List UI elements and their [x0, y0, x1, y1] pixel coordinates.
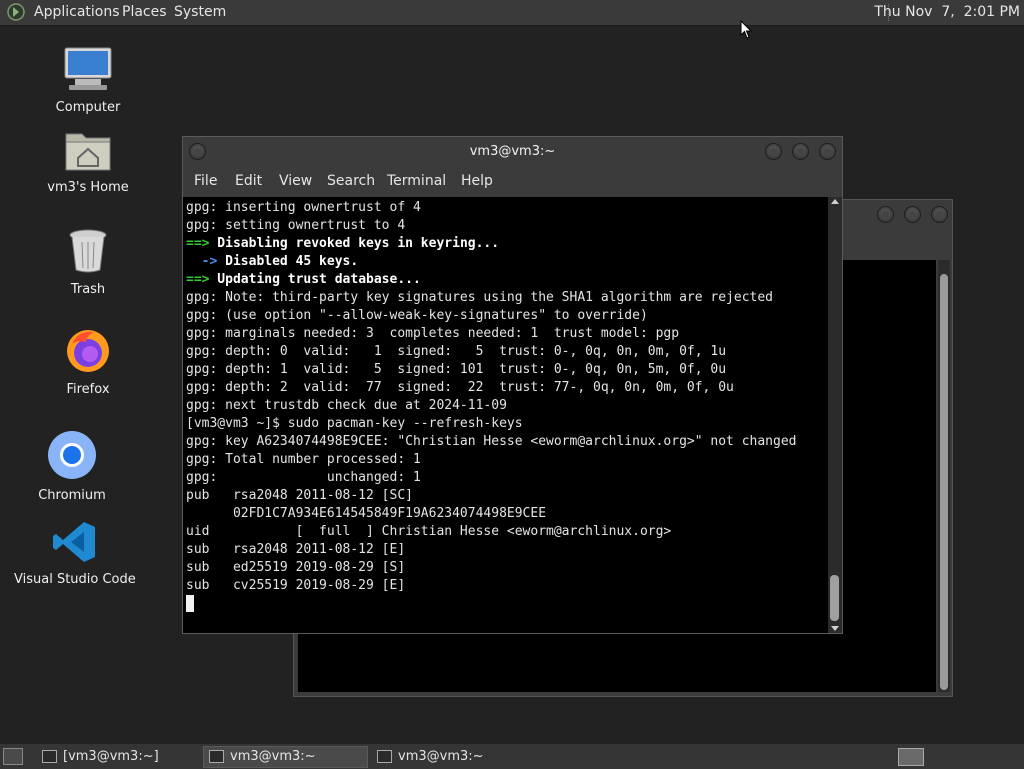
terminal-icon [42, 750, 57, 763]
mouse-pointer-icon [740, 20, 753, 39]
terminal-line: gpg: (use option "--allow-weak-key-signa… [186, 308, 648, 323]
terminal-line: gpg: depth: 0 valid: 1 signed: 5 trust: … [186, 344, 727, 359]
home-folder-icon [65, 133, 111, 171]
terminal-line: gpg: Total number processed: 1 [186, 452, 421, 467]
desktop-icon-trash[interactable]: Trash [48, 228, 128, 297]
menu-view[interactable]: View [279, 173, 312, 189]
taskbar-item-label: vm3@vm3:~ [398, 749, 484, 764]
terminal-line: gpg: key A6234074498E9CEE: "Christian He… [186, 434, 797, 449]
menu-applications[interactable]: Applications [34, 4, 120, 20]
taskbar-item-label: [vm3@vm3:~] [63, 749, 159, 764]
window-title: vm3@vm3:~ [469, 144, 556, 159]
terminal-line: sub ed25519 2019-08-29 [S] [186, 560, 406, 575]
scrollbar-thumb[interactable] [940, 274, 948, 690]
desktop-icon-chromium[interactable]: Chromium [32, 430, 112, 503]
terminal-line: sub rsa2048 2011-08-12 [E] [186, 542, 406, 557]
menu-terminal[interactable]: Terminal [387, 173, 446, 189]
close-button[interactable] [819, 143, 836, 160]
scrollbar[interactable] [938, 260, 950, 692]
terminal-line: -> Disabled 45 keys. [201, 254, 359, 269]
desktop-icon-vscode[interactable]: Visual Studio Code [14, 520, 136, 587]
vscode-icon [53, 522, 95, 562]
minimize-button[interactable] [877, 206, 894, 223]
terminal-line: ==> Updating trust database... [186, 272, 421, 287]
menu-search[interactable]: Search [327, 173, 375, 189]
desktop-icon-label: Trash [70, 282, 106, 297]
maximize-button[interactable] [792, 143, 809, 160]
terminal-icon [209, 750, 224, 763]
terminal-window[interactable]: vm3@vm3:~ File Edit View Search Terminal… [182, 136, 843, 634]
terminal-line: pub rsa2048 2011-08-12 [SC] [186, 488, 413, 503]
menu-edit[interactable]: Edit [235, 173, 262, 189]
computer-icon [64, 47, 112, 90]
terminal-icon [377, 750, 392, 763]
terminal-line: gpg: depth: 2 valid: 77 signed: 22 trust… [186, 380, 734, 395]
title-bar[interactable]: vm3@vm3:~ [183, 137, 842, 167]
taskbar-item[interactable]: vm3@vm3:~ [371, 746, 533, 768]
menu-system[interactable]: System [174, 4, 226, 20]
desktop-icon-firefox[interactable]: Firefox [48, 326, 128, 397]
minimize-button[interactable] [765, 143, 782, 160]
desktop-icon-computer[interactable]: Computer [48, 46, 128, 115]
terminal-line: gpg: setting ownertrust to 4 [186, 218, 406, 233]
terminal-line: gpg: marginals needed: 3 completes neede… [186, 326, 680, 341]
menu-bar: File Edit View Search Terminal Help [183, 171, 842, 193]
terminal-line: [vm3@vm3 ~]$ sudo pacman-key --refresh-k… [186, 416, 523, 431]
taskbar-item-active[interactable]: vm3@vm3:~ [203, 746, 368, 768]
menu-places[interactable]: Places [122, 4, 167, 20]
terminal-line: sub cv25519 2019-08-29 [E] [186, 578, 406, 593]
text-cursor [186, 595, 194, 612]
terminal-screen[interactable]: gpg: inserting ownertrust of 4 gpg: setti… [183, 197, 828, 633]
desktop-icon-label: vm3's Home [47, 180, 129, 195]
maximize-button[interactable] [904, 206, 921, 223]
trash-icon [69, 229, 107, 273]
terminal-line: gpg: next trustdb check due at 2024-11-0… [186, 398, 507, 413]
taskbar-item[interactable]: [vm3@vm3:~] [36, 746, 198, 768]
desktop-icon-home[interactable]: vm3's Home [43, 128, 133, 195]
scroll-down-arrow-icon[interactable] [831, 626, 839, 631]
show-desktop-icon[interactable] [3, 748, 23, 765]
terminal-line: uid [ full ] Christian Hesse <eworm@arch… [186, 524, 672, 539]
scroll-up-arrow-icon[interactable] [831, 199, 839, 204]
scrollbar[interactable] [828, 197, 842, 633]
top-panel: Applications Places System Thu Nov 7, 2:… [0, 0, 1024, 26]
terminal-line: gpg: Note: third-party key signatures us… [186, 290, 773, 305]
desktop-icon-label: Firefox [66, 382, 110, 397]
bottom-taskbar: [vm3@vm3:~] vm3@vm3:~ vm3@vm3:~ [0, 743, 1024, 769]
chromium-icon [48, 431, 96, 479]
menu-file[interactable]: File [194, 173, 217, 189]
applications-menu-icon[interactable] [7, 3, 25, 21]
terminal-line: gpg: depth: 1 valid: 5 signed: 101 trust… [186, 362, 727, 377]
terminal-line: 02FD1C7A934E614545849F19A6234074498E9CEE [186, 506, 547, 521]
close-button[interactable] [931, 206, 948, 223]
taskbar-item-label: vm3@vm3:~ [230, 749, 316, 764]
clock[interactable]: Thu Nov 7, 2:01 PM [874, 4, 1020, 20]
terminal-line: gpg: unchanged: 1 [186, 470, 421, 485]
terminal-output: gpg: inserting ownertrust of 4 gpg: setti… [183, 197, 828, 613]
workspace-switcher[interactable] [898, 748, 924, 766]
terminal-line [186, 595, 828, 613]
firefox-icon [67, 330, 109, 372]
terminal-line: ==> Disabling revoked keys in keyring... [186, 236, 500, 251]
menu-help[interactable]: Help [461, 173, 493, 189]
desktop-icon-label: Visual Studio Code [14, 572, 136, 587]
desktop-icon-label: Computer [55, 100, 121, 115]
scrollbar-thumb[interactable] [830, 575, 839, 621]
terminal-line: gpg: inserting ownertrust of 4 [186, 200, 421, 215]
desktop-icon-label: Chromium [38, 488, 106, 503]
